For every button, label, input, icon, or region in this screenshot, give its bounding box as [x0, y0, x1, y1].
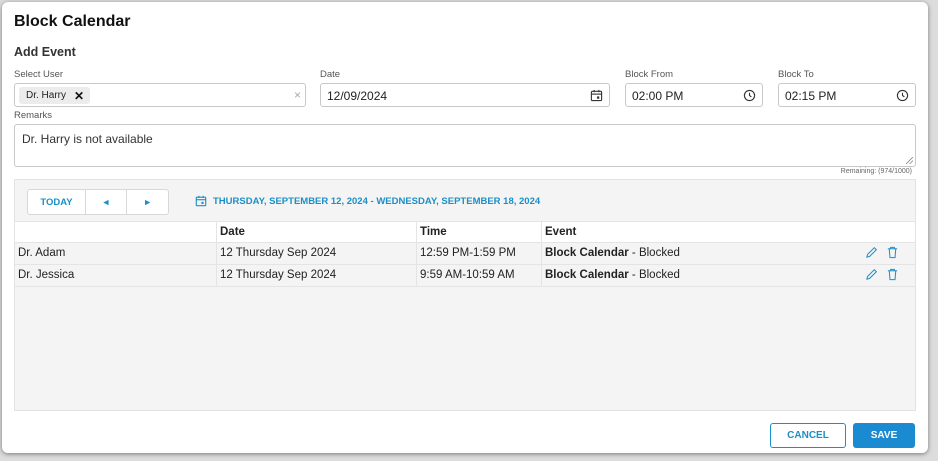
date-range: THURSDAY, SEPTEMBER 12, 2024 - WEDNESDAY… — [195, 195, 540, 207]
clear-icon[interactable]: × — [294, 88, 301, 102]
event-title: Block Calendar — [545, 247, 629, 259]
remarks-value: Dr. Harry is not available — [22, 132, 153, 146]
block-to-label: Block To — [778, 69, 814, 80]
column-header-time: Time — [417, 222, 542, 242]
section-title: Add Event — [14, 45, 76, 59]
row-time: 12:59 PM-1:59 PM — [417, 243, 542, 264]
remaining-counter: Remaining: (974/1000) — [840, 168, 912, 175]
event-status: - Blocked — [628, 247, 680, 259]
chip-remove-icon[interactable]: ✕ — [74, 89, 84, 103]
row-actions — [865, 246, 899, 259]
caret-left-icon: ◂ — [103, 196, 109, 208]
table-row: Dr. Adam 12 Thursday Sep 2024 12:59 PM-1… — [15, 243, 915, 265]
block-to-field[interactable]: 02:15 PM — [778, 83, 916, 107]
prev-week-button[interactable]: ◂ — [86, 190, 127, 214]
today-button[interactable]: TODAY — [28, 190, 86, 214]
row-actions — [865, 268, 899, 281]
date-field[interactable]: 12/09/2024 — [320, 83, 610, 107]
calendar-icon[interactable] — [590, 89, 603, 102]
row-date: 12 Thursday Sep 2024 — [217, 265, 417, 286]
row-event: Block Calendar - Blocked — [542, 243, 915, 264]
save-button[interactable]: SAVE — [853, 423, 915, 448]
edit-icon[interactable] — [865, 246, 878, 259]
table-row: Dr. Jessica 12 Thursday Sep 2024 9:59 AM… — [15, 265, 915, 287]
date-range-label: THURSDAY, SEPTEMBER 12, 2024 - WEDNESDAY… — [213, 195, 541, 207]
date-value: 12/09/2024 — [327, 89, 388, 103]
table-header: Date Time Event — [15, 221, 915, 243]
row-event: Block Calendar - Blocked — [542, 265, 915, 286]
row-user: Dr. Jessica — [15, 265, 217, 286]
calendar-nav: TODAY ◂ ▸ — [27, 189, 169, 215]
row-date: 12 Thursday Sep 2024 — [217, 243, 417, 264]
edit-icon[interactable] — [865, 268, 878, 281]
delete-icon[interactable] — [886, 246, 899, 259]
block-to-value: 02:15 PM — [785, 89, 837, 103]
calendar-icon — [195, 195, 207, 207]
events-table: Date Time Event Dr. Adam 12 Thursday Sep… — [15, 221, 915, 287]
column-header-event: Event — [545, 226, 577, 238]
column-header-user — [15, 222, 217, 242]
row-time: 9:59 AM-10:59 AM — [417, 265, 542, 286]
next-week-button[interactable]: ▸ — [127, 190, 168, 214]
select-user-label: Select User — [14, 69, 64, 80]
dialog-title: Block Calendar — [14, 13, 131, 30]
user-chip: Dr. Harry ✕ — [19, 87, 91, 104]
event-status: - Blocked — [628, 269, 680, 281]
row-user: Dr. Adam — [15, 243, 217, 264]
date-label: Date — [320, 69, 341, 80]
remarks-label: Remarks — [14, 110, 53, 121]
cancel-button[interactable]: CANCEL — [770, 423, 846, 448]
clock-icon[interactable] — [896, 89, 909, 102]
column-header-date: Date — [217, 222, 417, 242]
calendar-panel: TODAY ◂ ▸ THURSDAY, SEPTEMBER 12, 2024 -… — [14, 179, 916, 411]
block-from-value: 02:00 PM — [632, 89, 684, 103]
resize-handle-icon[interactable] — [906, 157, 913, 164]
remarks-textarea[interactable]: Dr. Harry is not available — [14, 124, 916, 167]
select-user-field[interactable]: Dr. Harry ✕ × — [14, 83, 306, 107]
user-chip-label: Dr. Harry — [26, 90, 66, 101]
block-calendar-dialog: Block Calendar Add Event Select User Dr.… — [2, 2, 928, 453]
delete-icon[interactable] — [886, 268, 899, 281]
block-from-field[interactable]: 02:00 PM — [625, 83, 763, 107]
block-from-label: Block From — [625, 69, 674, 80]
caret-right-icon: ▸ — [145, 196, 150, 208]
clock-icon[interactable] — [743, 89, 756, 102]
event-title: Block Calendar — [545, 269, 629, 281]
